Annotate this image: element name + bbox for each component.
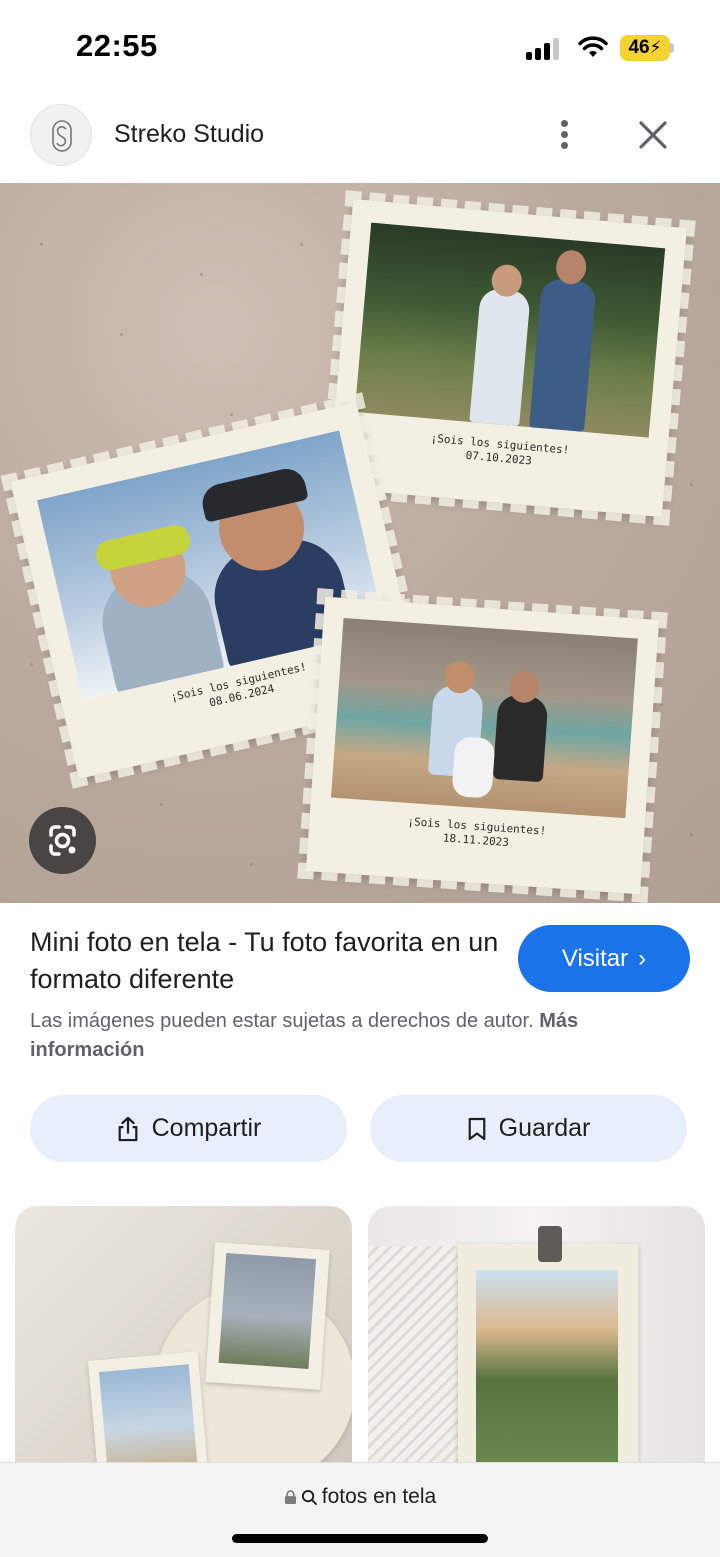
- couple-dog-photo: [330, 617, 638, 819]
- search-icon: [301, 1489, 317, 1505]
- source-header: Streko Studio: [0, 92, 720, 182]
- lens-icon: [49, 825, 76, 856]
- binder-clip: [538, 1226, 562, 1262]
- share-label: Compartir: [151, 1114, 262, 1142]
- main-image[interactable]: ¡Sois los siguientes! 07.10.2023 ¡Sois l…: [0, 183, 720, 903]
- visit-button[interactable]: Visitar ›: [518, 925, 690, 992]
- battery-level: 46: [628, 37, 650, 58]
- fabric-photo-thumb: [87, 1351, 209, 1466]
- share-icon: [118, 1116, 138, 1141]
- home-indicator: [232, 1534, 488, 1543]
- related-image-1[interactable]: [15, 1206, 352, 1466]
- chevron-right-icon: ›: [638, 944, 647, 972]
- fabric-photo-3: ¡Sois los siguientes! 18.11.2023: [305, 596, 660, 895]
- result-title[interactable]: Mini foto en tela - Tu foto favorita en …: [30, 924, 500, 998]
- more-options-button[interactable]: [545, 112, 585, 156]
- save-button[interactable]: Guardar: [370, 1095, 687, 1162]
- fabric-photo-1: ¡Sois los siguientes! 07.10.2023: [327, 198, 688, 518]
- cellular-signal-icon: [526, 38, 562, 60]
- streko-logo-icon: [52, 120, 72, 152]
- copyright-text: Las imágenes pueden estar sujetas a dere…: [30, 1010, 534, 1032]
- bookmark-icon: [468, 1117, 486, 1140]
- search-query-bar[interactable]: fotos en tela: [0, 1485, 720, 1509]
- wifi-icon: [578, 36, 608, 57]
- status-time: 22:55: [76, 28, 158, 63]
- battery-cap: [670, 43, 674, 53]
- close-icon[interactable]: [632, 114, 674, 156]
- bottom-bar: fotos en tela: [0, 1462, 720, 1557]
- battery-icon: 46⚡: [620, 35, 670, 61]
- source-name[interactable]: Streko Studio: [114, 120, 264, 149]
- visit-label: Visitar: [561, 944, 629, 972]
- lens-search-button[interactable]: [29, 807, 96, 874]
- fabric-photo-thumb: [458, 1244, 638, 1466]
- share-button[interactable]: Compartir: [30, 1095, 347, 1162]
- save-label: Guardar: [498, 1114, 591, 1142]
- fabric-photo-thumb: [205, 1242, 330, 1390]
- source-logo[interactable]: [30, 104, 92, 166]
- copyright-notice: Las imágenes pueden estar sujetas a dere…: [30, 1007, 660, 1065]
- lock-icon: [284, 1490, 296, 1504]
- search-query-text: fotos en tela: [321, 1485, 437, 1508]
- couple-garden-photo: [354, 222, 666, 438]
- status-bar: 22:55 46⚡: [0, 0, 720, 90]
- related-image-2[interactable]: [368, 1206, 705, 1466]
